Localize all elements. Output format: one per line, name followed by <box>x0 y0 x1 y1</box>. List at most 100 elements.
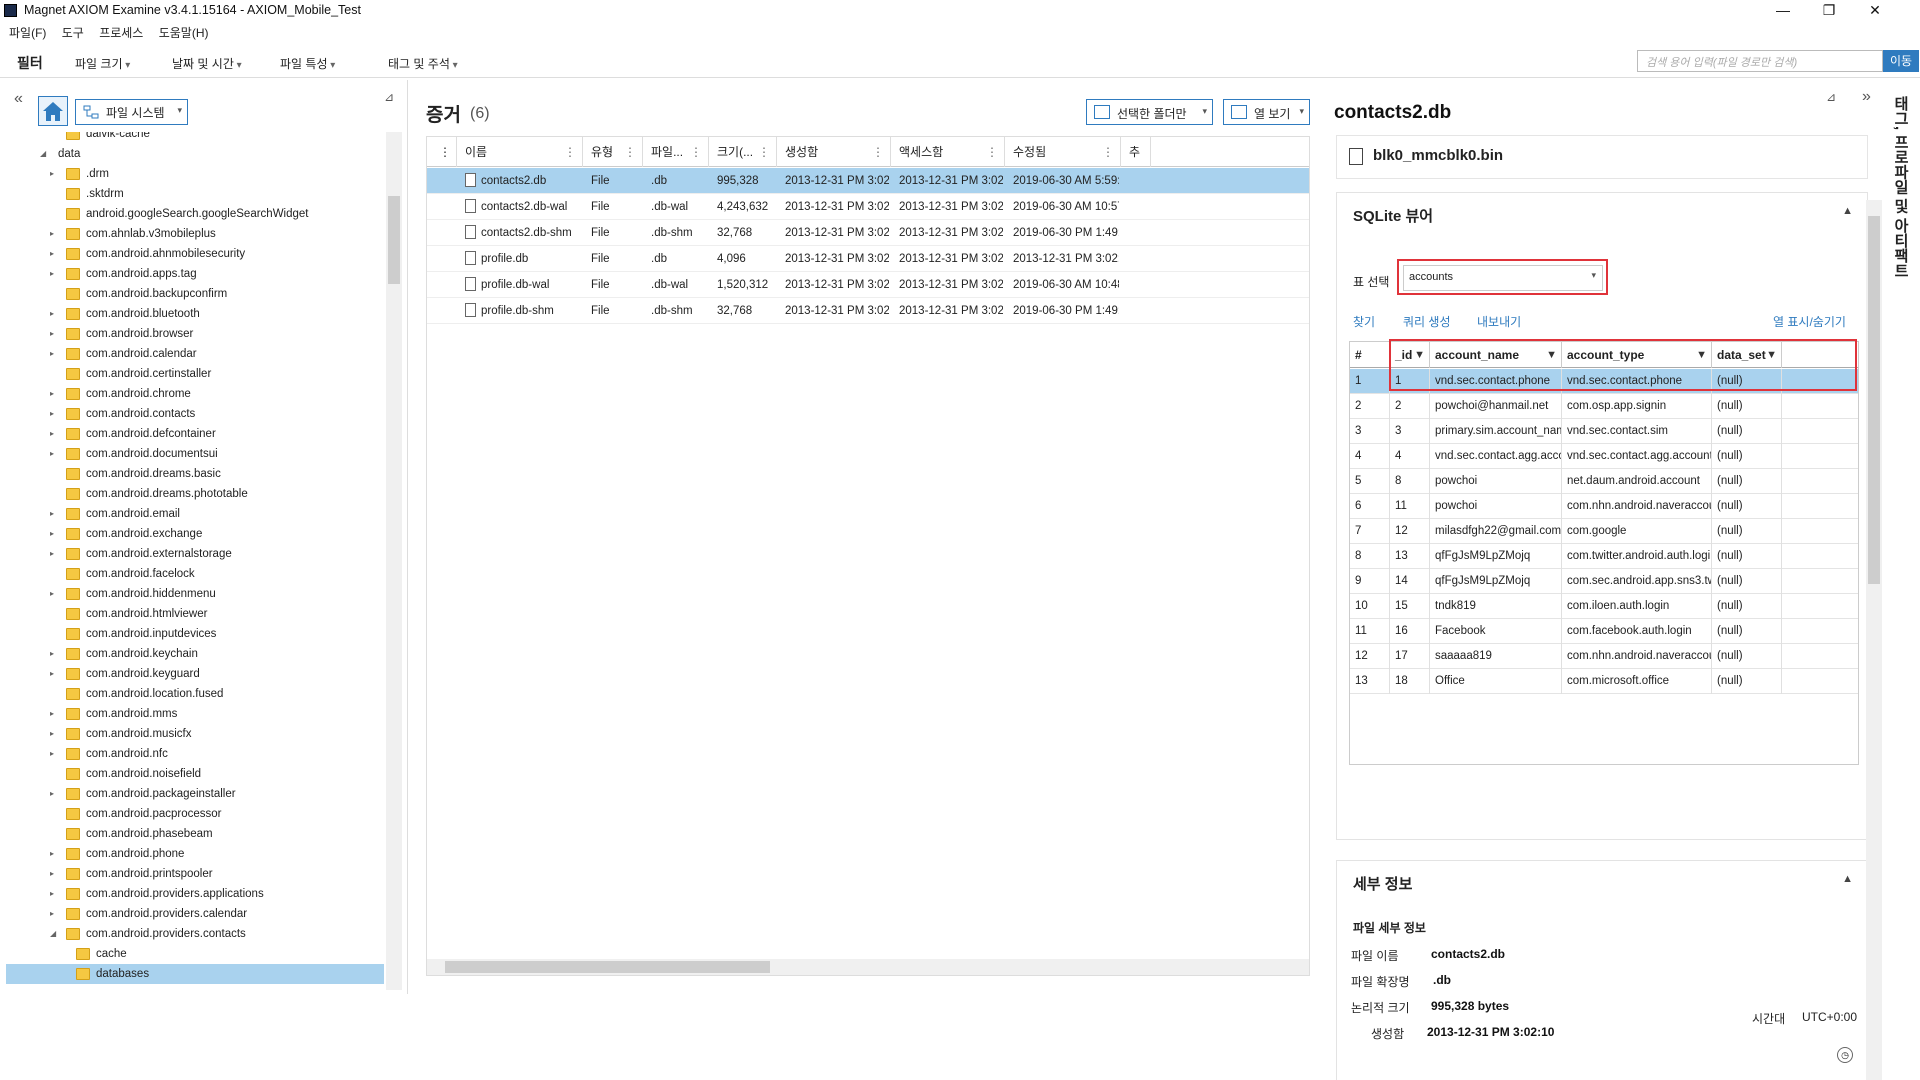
tree-item[interactable]: ▸ com.android.hiddenmenu <box>6 584 384 604</box>
col-more-header[interactable]: 추 <box>1121 137 1151 167</box>
tree-item[interactable]: ▸ com.android.providers.applications <box>6 884 384 904</box>
tree-item[interactable]: ▸ com.android.defcontainer <box>6 424 384 444</box>
sqlite-row[interactable]: 5 8 powchoi net.daum.android.account (null) <box>1350 469 1858 494</box>
tree-item[interactable]: ▸ com.android.chrome <box>6 384 384 404</box>
tree-item[interactable]: com.android.inputdevices <box>6 624 384 644</box>
expand-panel-button[interactable]: » <box>1862 88 1871 106</box>
collapse-details-button[interactable]: ▲ <box>1842 873 1853 885</box>
tree-item[interactable]: ▸ com.android.nfc <box>6 744 384 764</box>
sqlite-row[interactable]: 2 2 powchoi@hanmail.net com.osp.app.signin(… <box>1350 394 1858 419</box>
chevron-right-icon[interactable]: ▸ <box>50 324 54 344</box>
column-menu-icon[interactable]: ⋮ <box>624 137 636 167</box>
tree-item[interactable]: ▸ com.android.apps.tag <box>6 264 384 284</box>
evidence-row[interactable]: contacts2.db File .db 995,328 2013-12-31 PM … <box>427 168 1309 194</box>
tree-item[interactable]: ▸ com.android.packageinstaller <box>6 784 384 804</box>
chevron-right-icon[interactable]: ▸ <box>50 664 54 684</box>
filter-file-attributes[interactable]: 파일 특성 <box>280 55 335 72</box>
chevron-right-icon[interactable]: ▸ <box>50 164 54 184</box>
clock-icon[interactable]: ◷ <box>1837 1047 1853 1063</box>
tags-profiles-artifacts-tab[interactable]: 태그, 프로파일 및 아티팩트 <box>1884 96 1920 336</box>
sqlite-row[interactable]: 44vnd.sec.contact.agg.accou...vnd.sec.co… <box>1350 444 1858 469</box>
evidence-row[interactable]: profile.db-shm File .db-shm 32,768 2013-12-3… <box>427 298 1309 324</box>
column-menu-icon[interactable]: ⋮ <box>758 137 770 167</box>
file-system-dropdown[interactable]: 파일 시스템 <box>75 99 188 125</box>
chevron-down-icon[interactable]: ◢ <box>40 144 46 164</box>
chevron-right-icon[interactable]: ▸ <box>50 504 54 524</box>
tree-item[interactable]: cache <box>6 944 384 964</box>
chevron-right-icon[interactable]: ▸ <box>50 224 54 244</box>
sqlite-row[interactable]: 11 16 Facebook com.facebook.auth.login (null… <box>1350 619 1858 644</box>
tree-item[interactable]: ▸ com.android.bluetooth <box>6 304 384 324</box>
home-button[interactable] <box>38 96 68 126</box>
tree-item[interactable]: ▸ com.android.externalstorage <box>6 544 384 564</box>
evidence-row[interactable]: contacts2.db-shm File .db-shm 32,768 2013-12… <box>427 220 1309 246</box>
tree-item[interactable]: dalvik-cache <box>6 132 384 144</box>
tree-item[interactable]: com.android.facelock <box>6 564 384 584</box>
tree-item[interactable]: ▸ com.android.musicfx <box>6 724 384 744</box>
details-scrollbar-thumb[interactable] <box>1868 216 1880 584</box>
tree-item[interactable]: ▸ com.ahnlab.v3mobileplus <box>6 224 384 244</box>
search-input[interactable]: 검색 용어 입력(파일 경로만 검색) <box>1637 50 1883 72</box>
col-extension-header[interactable]: 파일... ⋮ <box>643 137 709 167</box>
tree-item[interactable]: ▸ com.android.documentsui <box>6 444 384 464</box>
column-menu-icon[interactable]: ⋮ <box>872 137 884 167</box>
tree-item[interactable]: com.android.dreams.basic <box>6 464 384 484</box>
tree-item[interactable]: ▸ com.android.contacts <box>6 404 384 424</box>
chevron-right-icon[interactable]: ▸ <box>50 544 54 564</box>
tree-item[interactable]: com.android.htmlviewer <box>6 604 384 624</box>
tree-item[interactable]: ▸ com.android.exchange <box>6 524 384 544</box>
chevron-right-icon[interactable]: ▸ <box>50 404 54 424</box>
chevron-right-icon[interactable]: ▸ <box>50 244 54 264</box>
evidence-row[interactable]: contacts2.db-wal File .db-wal 4,243,632 2013… <box>427 194 1309 220</box>
col-menu-header[interactable]: ⋮ <box>427 137 457 167</box>
chevron-right-icon[interactable]: ▸ <box>50 444 54 464</box>
col-type-header[interactable]: 유형 ⋮ <box>583 137 643 167</box>
build-query-link[interactable]: 쿼리 생성 <box>1403 313 1451 330</box>
tree-item[interactable]: ▸ com.android.providers.calendar <box>6 904 384 924</box>
minimize-button[interactable]: — <box>1760 0 1806 22</box>
chevron-right-icon[interactable]: ▸ <box>50 884 54 904</box>
column-menu-icon[interactable]: ⋮ <box>564 137 576 167</box>
chevron-right-icon[interactable]: ▸ <box>50 864 54 884</box>
tree-item[interactable]: ▸ com.android.keychain <box>6 644 384 664</box>
evidence-horizontal-scrollbar[interactable] <box>427 959 1309 975</box>
sqlite-row[interactable]: 8 13 qfFgJsM9LpZMojq com.twitter.android.au… <box>1350 544 1858 569</box>
tree-item[interactable]: com.android.certinstaller <box>6 364 384 384</box>
chevron-right-icon[interactable]: ▸ <box>50 904 54 924</box>
menu-file[interactable]: 파일(F) <box>9 26 46 40</box>
sqlite-row[interactable]: 6 11 powchoi com.nhn.android.naveraccount (n… <box>1350 494 1858 519</box>
column-menu-icon[interactable]: ⋮ <box>1102 137 1114 167</box>
menu-process[interactable]: 프로세스 <box>99 26 143 40</box>
filter-tags-comments[interactable]: 태그 및 주석 <box>388 55 458 72</box>
tree-item[interactable]: ▸ .drm <box>6 164 384 184</box>
tree-item[interactable]: com.android.noisefield <box>6 764 384 784</box>
tree-item[interactable]: android.googleSearch.googleSearchWidget <box>6 204 384 224</box>
menu-tools[interactable]: 도구 <box>62 26 84 40</box>
menu-help[interactable]: 도움말(H) <box>159 26 209 40</box>
pin-icon[interactable]: ⊿ <box>384 90 394 104</box>
chevron-right-icon[interactable]: ▸ <box>50 524 54 544</box>
tree-item[interactable]: com.android.dreams.phototable <box>6 484 384 504</box>
tree-item[interactable]: ◢ com.android.providers.contacts <box>6 924 384 944</box>
toggle-columns-link[interactable]: 열 표시/숨기기 <box>1773 313 1846 330</box>
tree-item[interactable]: com.android.location.fused <box>6 684 384 704</box>
chevron-right-icon[interactable]: ▸ <box>50 264 54 284</box>
col-accessed-header[interactable]: 액세스함 ⋮ <box>891 137 1005 167</box>
chevron-right-icon[interactable]: ▸ <box>50 344 54 364</box>
row-number-header[interactable]: # <box>1350 342 1390 368</box>
column-menu-icon[interactable]: ⋮ <box>986 137 998 167</box>
tree-item[interactable]: .sktdrm <box>6 184 384 204</box>
tree-item[interactable]: com.android.pacprocessor <box>6 804 384 824</box>
chevron-right-icon[interactable]: ▸ <box>50 304 54 324</box>
tree-item[interactable]: databases <box>6 964 384 984</box>
chevron-right-icon[interactable]: ▸ <box>50 584 54 604</box>
tree-item[interactable]: ◢ data <box>6 144 384 164</box>
chevron-right-icon[interactable]: ▸ <box>50 384 54 404</box>
evidence-row[interactable]: profile.db File .db 4,096 2013-12-31 PM 3:0 2… <box>427 246 1309 272</box>
chevron-right-icon[interactable]: ▸ <box>50 844 54 864</box>
sqlite-row[interactable]: 13 18 Office com.microsoft.office (null) <box>1350 669 1858 694</box>
selected-folder-only-button[interactable]: 선택한 폴더만 <box>1086 99 1213 125</box>
chevron-right-icon[interactable]: ▸ <box>50 644 54 664</box>
evidence-row[interactable]: profile.db-wal File .db-wal 1,520,312 2013-1… <box>427 272 1309 298</box>
sqlite-row[interactable]: 9 14 qfFgJsM9LpZMojq com.sec.android.app.sn… <box>1350 569 1858 594</box>
